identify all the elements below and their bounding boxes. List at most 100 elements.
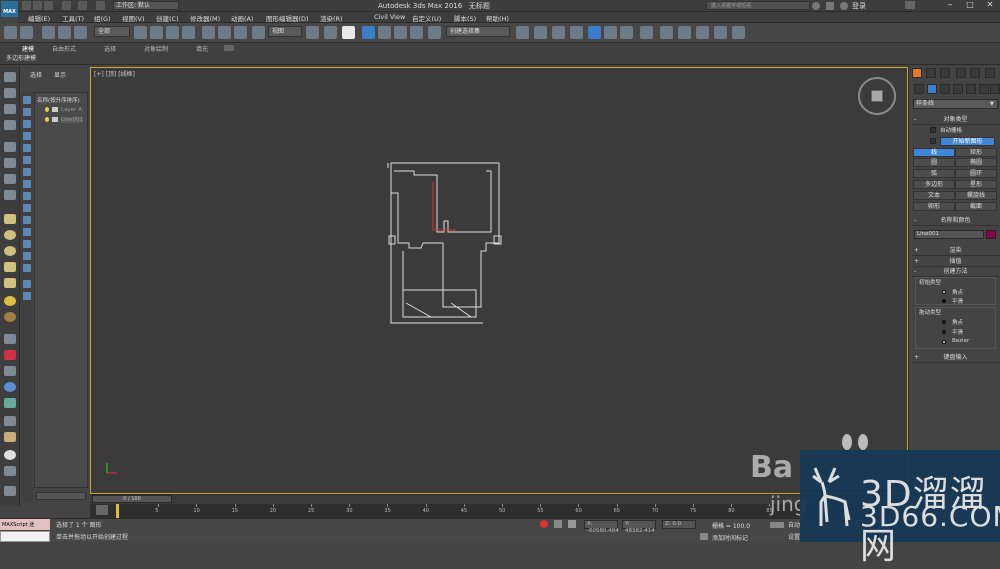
tool-icon-18[interactable] [4,486,16,496]
tool-icon-5[interactable] [4,142,16,152]
filter-containers-icon[interactable] [23,204,31,212]
menu-tools[interactable]: 工具(T) [62,13,84,23]
start-new-shape-checkbox[interactable] [930,138,936,144]
lock-icon[interactable] [554,520,562,528]
tool-icon-12[interactable] [4,382,16,392]
tool-icon-16[interactable] [4,450,16,460]
undo-icon[interactable] [4,26,17,39]
cylinder-icon[interactable] [4,262,16,272]
geosphere-icon[interactable] [4,246,16,256]
rollout-keyboard-entry[interactable]: + 键盘输入 [912,354,999,363]
select-manipulate-icon[interactable] [324,26,337,39]
scene-tab-display[interactable]: 显示 [54,70,66,79]
place-icon[interactable] [252,26,265,39]
rollout-interpolation[interactable]: + 插值 [912,258,999,267]
filter-invert-icon[interactable] [23,264,31,272]
isolate-icon[interactable] [540,520,548,528]
ribbon-panel-title[interactable]: 多边形建模 [6,53,36,62]
tool-icon-10[interactable] [4,350,16,360]
menu-create[interactable]: 创建(C) [156,13,179,23]
edit-named-sel-icon[interactable] [428,26,441,39]
exchange-icon[interactable] [826,2,834,10]
create-tab-icon[interactable] [912,68,922,78]
rollout-name-color[interactable]: - 名称和颜色 [912,217,999,226]
select-by-name-icon[interactable] [150,26,163,39]
viewcube[interactable] [858,77,896,115]
maxscript-listener[interactable]: MAXScript 迷 [0,519,50,530]
render-iterative-icon[interactable] [714,26,727,39]
spinner-snap-icon[interactable] [410,26,423,39]
tool-icon-2[interactable] [4,88,16,98]
menu-civil-view[interactable]: Civil View [374,13,405,21]
filter-bones-icon[interactable] [23,192,31,200]
selection-filter-select[interactable]: 全部 [94,26,130,37]
object-color-swatch[interactable] [986,230,996,239]
z-coordinate[interactable]: Z: 0.0 [662,520,696,529]
select-object-icon[interactable] [134,26,147,39]
named-selection-select[interactable]: 创建选择集 [446,26,510,37]
tool-icon-11[interactable] [4,366,16,376]
search-icon[interactable] [812,2,820,10]
curve-editor-icon[interactable] [604,26,617,39]
toggle-layer-explorer-icon[interactable] [570,26,583,39]
tool-icon-6[interactable] [4,158,16,168]
undo-icon[interactable] [62,1,71,10]
auto-key-button[interactable]: 自动 [788,520,800,529]
ellipse-button[interactable]: 椭圆 [955,158,997,167]
tool-icon-15[interactable] [4,432,16,442]
shape-icon[interactable] [52,117,58,122]
snaps-toggle-icon[interactable] [362,26,375,39]
tab-freeform[interactable]: 自由形式 [52,44,76,53]
filter-extra-icon-1[interactable] [23,280,31,288]
filter-cameras-icon[interactable] [23,132,31,140]
tool-icon-9[interactable] [4,334,16,344]
tool-icon-4[interactable] [4,120,16,130]
percent-snap-icon[interactable] [394,26,407,39]
schematic-view-icon[interactable] [620,26,633,39]
sphere-icon[interactable] [4,230,16,240]
filter-spacewarps-icon[interactable] [23,156,31,164]
line-button[interactable]: 线 [913,148,955,157]
drag-corner-radio[interactable] [942,320,946,324]
shapes-icon[interactable] [927,84,937,94]
menu-view[interactable]: 视图(V) [122,13,145,23]
user-icon[interactable] [840,2,848,10]
mini-curve-icon[interactable] [96,505,108,515]
scene-tab-select[interactable]: 选择 [30,70,42,79]
spacewarps-icon[interactable] [979,84,989,94]
tool-icon-14[interactable] [4,416,16,426]
material-editor-icon[interactable] [640,26,653,39]
login-link[interactable]: 登录 [852,1,866,11]
drag-smooth-radio[interactable] [942,330,946,334]
menu-help[interactable]: 帮助(H) [486,13,509,23]
set-key-button[interactable]: 设置 [788,532,800,541]
a360-icon[interactable] [732,26,745,39]
app-logo[interactable]: MAX [1,1,18,17]
workspace-select[interactable]: 工作区: 默认 [113,1,179,10]
angle-snap-icon[interactable] [378,26,391,39]
project-folder-icon[interactable] [96,1,105,10]
time-slider[interactable]: 0 / 100 [92,495,172,503]
filter-all-icon[interactable] [23,240,31,248]
unlink-icon[interactable] [58,26,71,39]
cameras-icon[interactable] [953,84,963,94]
viewport-top[interactable] [90,67,908,494]
filter-hidden-icon[interactable] [23,228,31,236]
filter-helpers-icon[interactable] [23,144,31,152]
x-coordinate[interactable]: X: -60580.484 [584,520,619,534]
new-file-icon[interactable] [22,1,31,10]
display-tab-icon[interactable] [970,68,980,78]
rendered-frame-icon[interactable] [678,26,691,39]
search-input[interactable]: 键入关键字或短语 [706,1,810,10]
drag-bezier-radio[interactable] [942,340,946,344]
rectangle-button[interactable]: 矩形 [955,148,997,157]
viewport-label[interactable]: [+] [顶] [线框] [94,69,135,78]
tab-object-paint[interactable]: 对象绘制 [144,44,168,53]
open-file-icon[interactable] [33,1,42,10]
tab-selection[interactable]: 选择 [104,44,116,53]
save-file-icon[interactable] [44,1,53,10]
cone-icon[interactable] [4,278,16,288]
menu-modifiers[interactable]: 修改器(M) [190,13,220,23]
menu-rendering[interactable]: 渲染(R) [320,13,343,23]
light-bulb-icon[interactable] [45,117,49,122]
